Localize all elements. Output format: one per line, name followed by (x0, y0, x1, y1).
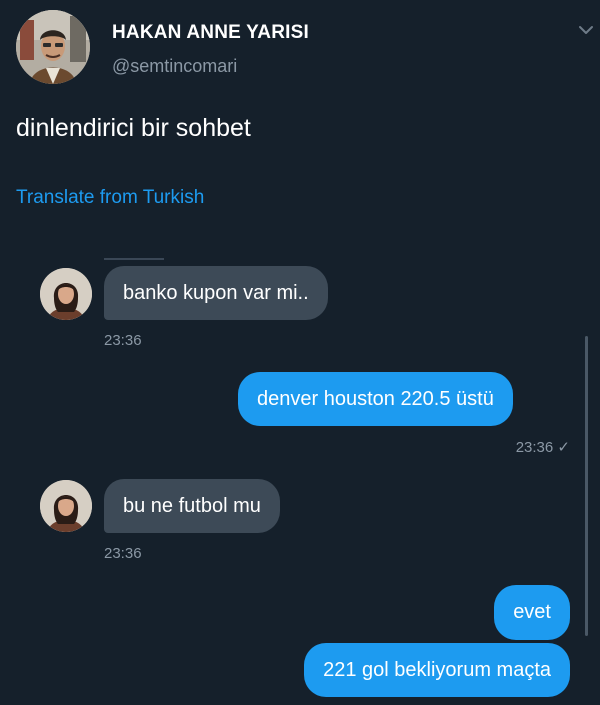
message-timestamp: 23:36 ✓ (516, 438, 570, 456)
translate-link[interactable]: Translate from Turkish (16, 187, 204, 209)
message-timestamp: 23:36 (104, 332, 142, 349)
message-bubble-outgoing[interactable]: 221 gol bekliyorum maçta (304, 643, 570, 697)
tweet-screenshot: HAKAN ANNE YARISI @semtincomari dinlendi… (0, 0, 600, 705)
author-handle[interactable]: @semtincomari (112, 56, 237, 77)
tweet-text: dinlendirici bir sohbet (16, 114, 251, 142)
scrollbar[interactable] (585, 336, 588, 636)
read-check-icon: ✓ (557, 439, 570, 456)
message-time: 23:36 (515, 439, 554, 456)
chat-screenshot[interactable]: banko kupon var mi.. 23:36 denver housto… (0, 248, 600, 705)
author-avatar[interactable] (16, 10, 90, 84)
chevron-down-icon[interactable] (578, 22, 594, 38)
message-bubble-outgoing[interactable]: denver houston 220.5 üstü (238, 372, 513, 426)
message-bubble-incoming[interactable]: bu ne futbol mu (104, 479, 280, 533)
contact-avatar (40, 480, 92, 532)
message-bubble-incoming[interactable]: banko kupon var mi.. (104, 266, 328, 320)
message-timestamp: 23:36 (104, 545, 142, 562)
author-display-name[interactable]: HAKAN ANNE YARISI (112, 22, 309, 44)
divider (104, 258, 164, 260)
message-bubble-outgoing[interactable]: evet (494, 585, 570, 640)
contact-avatar (40, 268, 92, 320)
